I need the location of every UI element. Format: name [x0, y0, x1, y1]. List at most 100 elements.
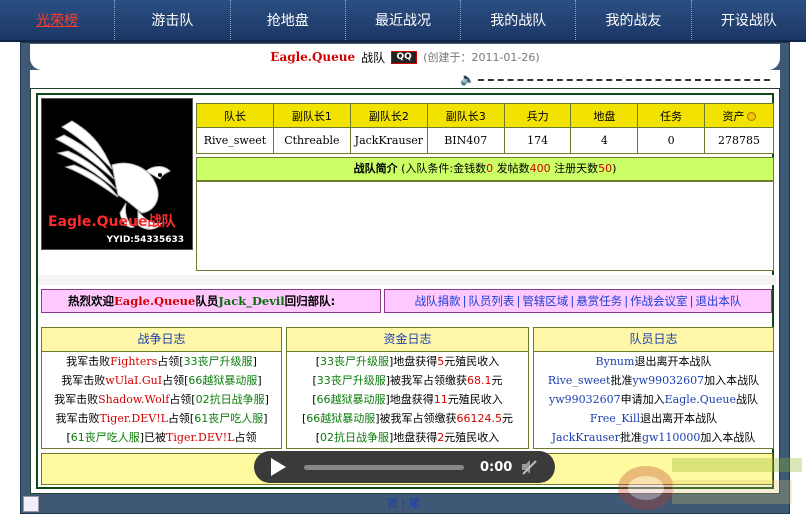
log-text: 元殖民收入	[444, 355, 500, 368]
mute-icon[interactable]	[514, 451, 544, 483]
member-name[interactable]: Free_Kill	[590, 412, 640, 425]
welcome-prefix: 热烈欢迎	[68, 294, 114, 308]
log-text: 退出离开本战队	[634, 355, 712, 368]
nav-recent-battles[interactable]: 最近战况	[346, 0, 462, 40]
log-row: [02抗日战争服]地盘获得2元殖民收入	[287, 428, 528, 447]
log-text: 我军击败	[66, 355, 111, 368]
col-assets-label: 资产	[722, 109, 745, 123]
separator-strip	[38, 275, 776, 285]
log-text: 元	[491, 374, 503, 387]
top-nav: 光荣榜 游击队 抢地盘 最近战况 我的战队 我的战友 开设战队	[0, 0, 806, 42]
link-jurisdiction[interactable]: 管辖区域	[522, 293, 568, 309]
member-name[interactable]: yw99032607	[632, 374, 704, 387]
nav-guerrilla[interactable]: 游击队	[115, 0, 231, 40]
log-row: JackKrauser批准gw110000加入本战队	[534, 428, 773, 447]
log-row: [66越狱暴动服]被我军占领缴获66124.5元	[287, 409, 528, 428]
server-name[interactable]: 66越狱暴动服	[188, 374, 257, 387]
nav-my-team[interactable]: 我的战队	[461, 0, 577, 40]
log-text: 占领[	[157, 355, 184, 368]
col-troops: 兵力	[503, 103, 572, 128]
link-war-room[interactable]: 作战会议室	[630, 293, 688, 309]
enemy-team[interactable]: wUlaI.GuI	[105, 374, 162, 387]
server-name[interactable]: 66越狱暴动服	[317, 393, 386, 406]
member-name[interactable]: JackKrauser	[552, 431, 620, 444]
intro-body	[196, 181, 774, 271]
team-title-bar: Eagle.Queue 战队 QQ (创建于：2011-01-26)	[30, 44, 780, 70]
link-separator: |	[462, 294, 467, 308]
log-text: 占领	[234, 431, 257, 444]
server-name[interactable]: 33丧尸升级服	[317, 374, 386, 387]
officer-header-row: 队长 副队长1 副队长2 副队长3 兵力 地盘 任务 资产	[196, 103, 774, 128]
log-text: 占领[	[169, 393, 196, 406]
log-text: 加入本战队	[700, 431, 756, 444]
server-name[interactable]: 33丧尸升级服	[320, 355, 389, 368]
server-name[interactable]: 33丧尸升级服	[184, 355, 253, 368]
server-name[interactable]: 02抗日战争服	[320, 431, 389, 444]
link-separator: |	[689, 294, 694, 308]
nav-my-comrades[interactable]: 我的战友	[576, 0, 692, 40]
fund-log: 资金日志 [33丧尸升级服]地盘获得5元殖民收入 [33丧尸升级服]被我军占领缴…	[286, 327, 529, 449]
audio-progress-bar[interactable]	[304, 464, 464, 470]
territory-value: 4	[570, 127, 639, 154]
log-text: 元	[502, 412, 514, 425]
link-bounty[interactable]: 悬赏任务	[576, 293, 622, 309]
log-text: 元殖民收入	[447, 393, 503, 406]
member-name[interactable]: gw110000	[642, 431, 700, 444]
log-row: 我军击败Tiger.DEV!L占领[61丧尸吃人服]	[42, 409, 281, 428]
amount: 68.1	[467, 374, 492, 387]
member-name[interactable]: Rive_sweet	[548, 374, 611, 387]
link-quit-team[interactable]: 退出本队	[695, 293, 741, 309]
col-tasks: 任务	[637, 103, 706, 128]
link-member-list[interactable]: 队员列表	[468, 293, 514, 309]
vice3-name[interactable]: BIN407	[426, 127, 505, 154]
captain-name[interactable]: Rive_sweet	[196, 127, 274, 154]
log-text: ]地盘获得	[385, 393, 434, 406]
audio-player: 0:00	[254, 451, 555, 483]
server-name[interactable]: 61丧尸吃人服	[194, 412, 263, 425]
tasks-value: 0	[637, 127, 706, 154]
nav-territory[interactable]: 抢地盘	[231, 0, 346, 40]
troops-value: 174	[503, 127, 572, 154]
enemy-team[interactable]: Shadow.Wolf	[98, 393, 169, 406]
enemy-team[interactable]: Fighters	[110, 355, 157, 368]
site-watermark-icon	[618, 458, 802, 510]
member-name[interactable]: yw99032607	[549, 393, 621, 406]
col-vice2: 副队长2	[349, 103, 428, 128]
broken-image-icon	[23, 496, 39, 512]
member-log: 队员日志 Bynum退出离开本战队 Rive_sweet批准yw99032607…	[533, 327, 774, 449]
log-text: ]	[257, 374, 262, 387]
team-content: Eagle.Queue战队 YYID:54335633 队长 副队长1 副队长2…	[30, 88, 780, 494]
log-text: ]地盘获得	[389, 355, 438, 368]
member-name[interactable]: Bynum	[596, 355, 635, 368]
team-name-link[interactable]: Eagle.Queue	[665, 393, 736, 406]
server-name[interactable]: 02抗日战争服	[196, 393, 265, 406]
enemy-team[interactable]: Tiger.DEV!L	[99, 412, 167, 425]
enemy-team[interactable]: Tiger.DEV!L	[166, 431, 234, 444]
log-row: 我军击败wUlaI.GuI占领[66越狱暴动服]	[42, 371, 281, 390]
play-button[interactable]	[254, 451, 294, 483]
server-name[interactable]: 66越狱暴动服	[306, 412, 375, 425]
log-text: 我军击败	[55, 412, 100, 425]
nav-honor-roll[interactable]: 光荣榜	[0, 0, 116, 40]
link-donate[interactable]: 战队捐款	[415, 293, 461, 309]
log-row: [33丧尸升级服]地盘获得5元殖民收入	[287, 352, 528, 371]
intro-posts-label: 发帖数	[496, 162, 530, 175]
link-separator: |	[516, 294, 521, 308]
server-name[interactable]: 61丧尸吃人服	[71, 431, 140, 444]
play-icon	[270, 458, 286, 476]
war-log-title: 战争日志	[42, 328, 281, 352]
pager-first[interactable]: 首	[387, 497, 398, 510]
welcome-suffix: 回归部队:	[284, 294, 336, 308]
log-text: 我军击败	[61, 374, 106, 387]
log-text: ]被我军占领缴获	[385, 374, 468, 387]
pager-last[interactable]: 尾	[409, 497, 420, 510]
qq-badge-icon[interactable]: QQ	[391, 50, 418, 64]
vice1-name[interactable]: Cthreable	[272, 127, 351, 154]
welcome-member[interactable]: Jack_Devil	[218, 294, 284, 308]
vice2-name[interactable]: JackKrauser	[349, 127, 428, 154]
log-row: 我军击败Fighters占领[33丧尸升级服]	[42, 352, 281, 371]
log-row: yw99032607申请加入Eagle.Queue战队	[534, 390, 773, 409]
marquee-line	[478, 79, 770, 81]
nav-create-team[interactable]: 开设战队	[692, 0, 806, 40]
log-row: [33丧尸升级服]被我军占领缴获68.1元	[287, 371, 528, 390]
